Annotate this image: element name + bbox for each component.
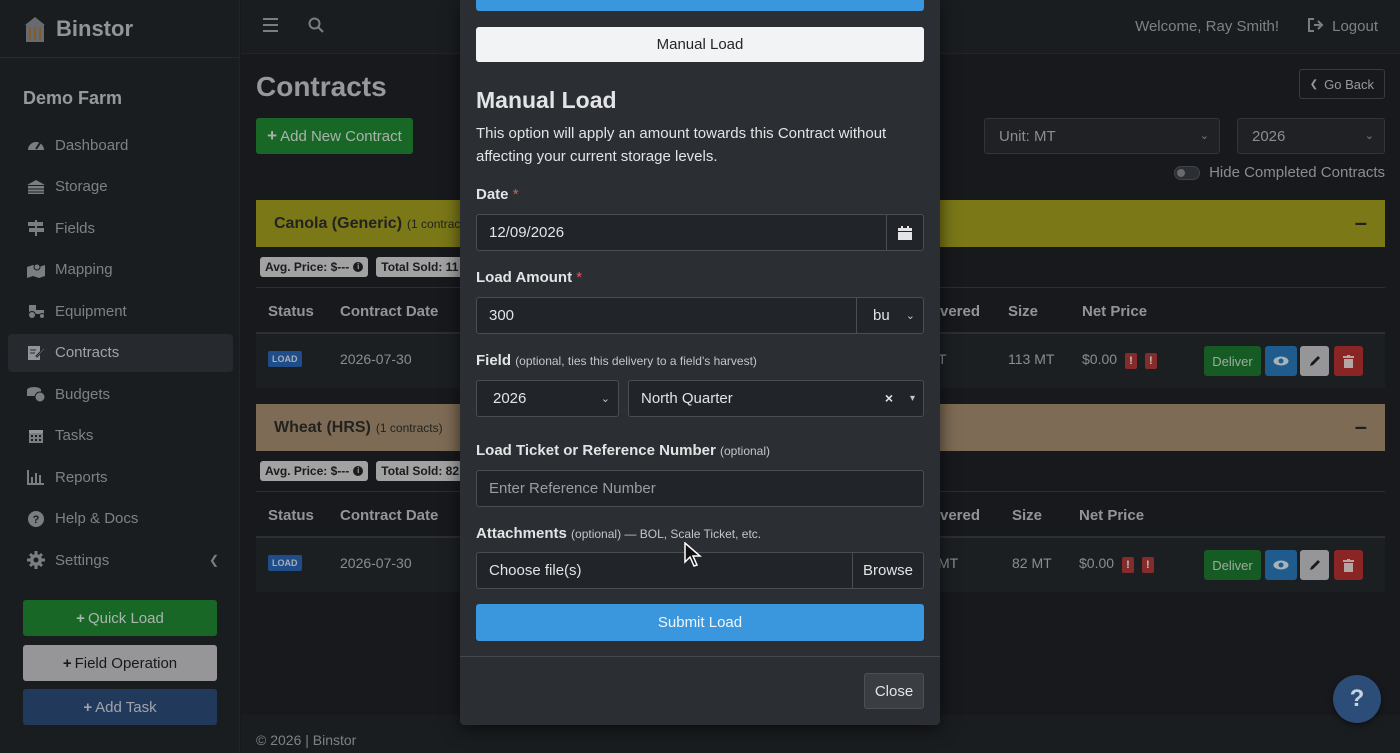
load-amount-input[interactable]: 300 [476,297,857,334]
chevron-down-icon: ▾ [909,393,915,404]
date-input[interactable]: 12/09/2026 [476,214,887,251]
attachments-label: Attachments (optional) — BOL, Scale Tick… [476,525,761,542]
field-label-text: Field [476,352,512,369]
clear-icon[interactable]: × [885,390,893,406]
field-select[interactable]: North Quarter × ▾ [628,380,924,417]
field-hint: (optional, ties this delivery to a field… [515,354,757,368]
field-year-value: 2026 [493,390,527,407]
date-value: 12/09/2026 [489,224,565,241]
load-amount-label-text: Load Amount [476,269,573,286]
date-label: Date * [476,186,519,203]
modal-title: Manual Load [476,87,617,113]
browse-button[interactable]: Browse [852,552,924,589]
load-amount-label: Load Amount * [476,269,582,286]
date-label-text: Date [476,186,509,203]
ticket-hint: (optional) [719,444,770,458]
attachments-hint: (optional) — BOL, Scale Ticket, etc. [571,527,762,541]
chevron-down-icon: ⌄ [600,393,610,405]
modal-description: This option will apply an amount towards… [476,125,887,165]
submit-load-button[interactable]: Submit Load [476,604,924,641]
chevron-down-icon: ⌄ [905,310,915,322]
hidden-top-button[interactable] [476,0,924,11]
manual-load-tab-button[interactable]: Manual Load [476,27,924,62]
close-button[interactable]: Close [864,673,924,709]
field-label: Field (optional, ties this delivery to a… [476,352,757,369]
field-name-value: North Quarter [641,390,733,407]
manual-load-modal: Manual Load Manual Load This option will… [460,0,940,725]
help-button[interactable]: ? [1333,675,1381,723]
reference-number-placeholder: Enter Reference Number [489,480,656,497]
file-input-text: Choose file(s) [489,562,582,579]
file-input[interactable]: Choose file(s) [476,552,853,589]
load-amount-value: 300 [489,307,515,324]
ticket-label-text: Load Ticket or Reference Number [476,442,716,459]
reference-number-input[interactable]: Enter Reference Number [476,470,924,507]
field-year-select[interactable]: 2026 ⌄ [476,380,619,417]
required-mark: * [512,186,519,203]
unit-select[interactable]: bu ⌄ [856,297,924,334]
calendar-icon [898,225,912,240]
calendar-button[interactable] [886,214,924,251]
required-mark: * [576,269,583,286]
ticket-label: Load Ticket or Reference Number (optiona… [476,442,770,459]
unit-value: bu [873,307,890,324]
mouse-cursor-icon [684,541,703,573]
modal-footer-divider [460,656,940,657]
attachments-label-text: Attachments [476,525,567,542]
